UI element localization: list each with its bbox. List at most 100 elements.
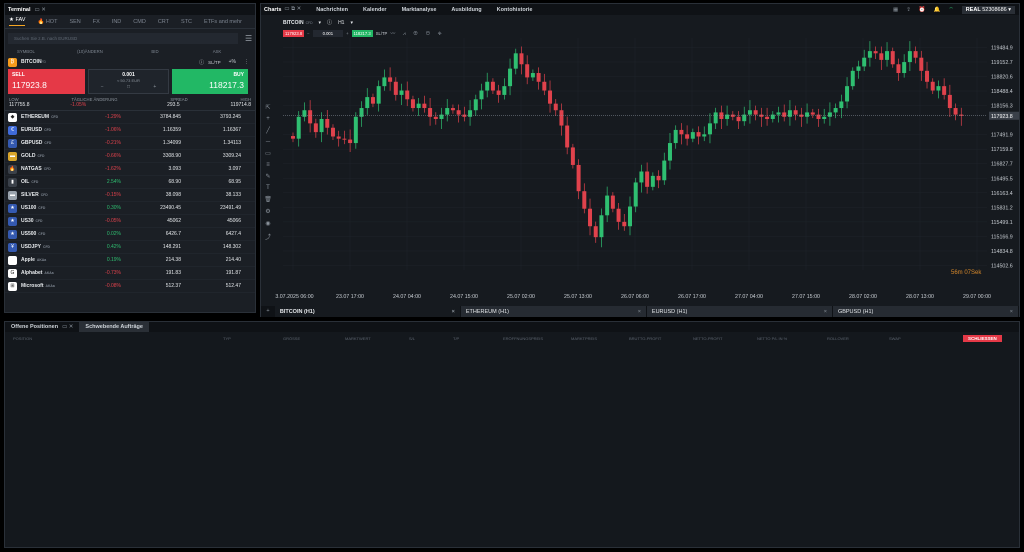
cursor-icon[interactable]: ⇱	[265, 104, 270, 111]
list-item[interactable]: £ GBPUSD CFD -0.21% 1.34099 1.34113	[5, 137, 255, 150]
list-item[interactable]: ★ US100 CFD 0.30% 23490.45 23491.49	[5, 202, 255, 215]
eye-icon[interactable]: ◉	[265, 220, 270, 227]
text-icon[interactable]: T	[266, 185, 270, 191]
bid-price[interactable]: 214.38	[121, 257, 181, 263]
ask-price[interactable]: 1.34113	[181, 140, 241, 146]
fib-icon[interactable]: ≡	[266, 162, 270, 168]
window-controls-icon[interactable]: ▭ ✕	[35, 7, 46, 13]
close-icon[interactable]: ×	[638, 309, 641, 315]
column-header[interactable]: (10)ÄNDERN	[55, 49, 125, 55]
nav-tab[interactable]: Kontohistorie	[491, 7, 539, 13]
list-item[interactable]: ◆ ETHEREUM CFD -1.29% 3784.845 3793.245	[5, 111, 255, 124]
list-item[interactable]: ⊞ Microsoft AKAa -0.08% 512.37 512.47	[5, 280, 255, 293]
ask-price[interactable]: 1.16367	[181, 127, 241, 133]
list-view-icon[interactable]: ☰	[245, 34, 252, 43]
list-item[interactable]: 🔥 NATGAS CFD -1.62% 3.093 3.097	[5, 163, 255, 176]
wifi-icon[interactable]: ⌔	[949, 6, 954, 13]
edit-icon[interactable]: □	[127, 84, 130, 90]
market-tab-2[interactable]: SEN	[69, 19, 80, 25]
column-header[interactable]: ROLLOVER	[827, 336, 889, 341]
volume-stepper[interactable]: 0.001 ≈ 50.73 EUR − □ +	[88, 69, 169, 94]
ask-price[interactable]: 512.47	[181, 283, 241, 289]
list-item[interactable]: ★ US500 CFD 0.02% 6426.7 6427.4	[5, 228, 255, 241]
list-item[interactable]: ▮ OIL CFD 2.54% 68.90 68.95	[5, 176, 255, 189]
upload-icon[interactable]: ⇪	[906, 7, 911, 13]
chart-tab[interactable]: GBPUSD (H1) ×	[832, 306, 1018, 317]
bid-price[interactable]: 148.291	[121, 244, 181, 250]
ask-price[interactable]: 3793.245	[181, 114, 241, 120]
nav-tab[interactable]: Marktanalyse	[396, 7, 443, 13]
ask-price[interactable]: 3.097	[181, 166, 241, 172]
rectangle-icon[interactable]: ▭	[265, 150, 271, 157]
list-item[interactable]: ▬ SILVER CFD -0.15% 38.098 38.133	[5, 189, 255, 202]
chart-tab[interactable]: EURUSD (H1) ×	[646, 306, 832, 317]
bid-price[interactable]: 23490.45	[121, 205, 181, 211]
nav-tab[interactable]: Ausbildung	[445, 7, 487, 13]
bid-price[interactable]: 1.34099	[121, 140, 181, 146]
market-tab-0[interactable]: ★ FAV	[9, 17, 26, 26]
column-header[interactable]: NETTO-PROFIT	[693, 336, 757, 341]
close-icon[interactable]: ×	[824, 309, 827, 315]
positions-tab[interactable]: Schwebende Aufträge	[79, 322, 149, 332]
ask-price[interactable]: 6427.4	[181, 231, 241, 237]
bid-price[interactable]: 45062	[121, 218, 181, 224]
price-chart[interactable]: 119484.9 119152.7 118820.6 118488.4 118156.3…	[275, 30, 1019, 310]
ask-price[interactable]: 3309.24	[181, 153, 241, 159]
list-item[interactable]: ¥ USDJPY CFD 0.42% 148.291 148.302	[5, 241, 255, 254]
column-header[interactable]: POSITION	[13, 336, 223, 341]
close-all-button[interactable]: SCHLIESSEN	[963, 334, 1002, 342]
column-header[interactable]: MARKTWERT	[345, 336, 409, 341]
horizontal-line-icon[interactable]: ─	[266, 139, 270, 145]
bid-price[interactable]: 3784.845	[121, 114, 181, 120]
line-tool-icon[interactable]: ╱	[266, 127, 270, 134]
bid-price[interactable]: 68.90	[121, 179, 181, 185]
add-icon[interactable]: +%	[229, 59, 236, 65]
column-header[interactable]: NETTO P/L IN %	[757, 336, 827, 341]
column-header[interactable]: SWAP	[889, 336, 963, 341]
ask-price[interactable]: 38.133	[181, 192, 241, 198]
column-header[interactable]: SYMBOL	[9, 49, 55, 55]
close-icon[interactable]: ×	[452, 309, 455, 315]
sell-button[interactable]: SELL 117923.8	[8, 69, 85, 94]
list-item[interactable]: G Alphabet AKAa -0.73% 191.83 191.87	[5, 267, 255, 280]
ask-price[interactable]: 68.95	[181, 179, 241, 185]
chart-symbol[interactable]: BITCOIN	[283, 20, 304, 26]
crosshair-icon[interactable]: +	[266, 116, 270, 122]
list-item[interactable]: Apple AKAa 0.19% 214.38 214.40	[5, 254, 255, 267]
info-icon[interactable]: ⓘ	[199, 59, 204, 66]
add-chart-icon[interactable]: +	[261, 306, 275, 317]
chevron-down-icon[interactable]: ▾	[319, 20, 322, 26]
market-tab-3[interactable]: FX	[93, 19, 100, 25]
ask-price[interactable]: 148.302	[181, 244, 241, 250]
sltp-toggle[interactable]: SL/TP	[208, 60, 221, 65]
settings-icon[interactable]: ⚙	[265, 208, 270, 215]
market-tab-4[interactable]: IND	[112, 19, 121, 25]
window-controls-icon[interactable]: ▭ ✕	[62, 324, 73, 330]
ask-price[interactable]: 23491.49	[181, 205, 241, 211]
decrease-icon[interactable]: −	[101, 84, 104, 90]
column-header[interactable]: GRÖSSE	[283, 336, 345, 341]
buy-button[interactable]: BUY 118217.3	[172, 69, 248, 94]
market-tab-6[interactable]: CRT	[158, 19, 169, 25]
ask-price[interactable]: 191.87	[181, 270, 241, 276]
bell-icon[interactable]: 🔔	[934, 7, 941, 13]
column-header[interactable]: MARKTPREIS	[571, 336, 629, 341]
info-icon[interactable]: ⓘ	[327, 19, 332, 26]
bid-price[interactable]: 6426.7	[121, 231, 181, 237]
bid-price[interactable]: 3308.90	[121, 153, 181, 159]
column-header[interactable]: BRUTTO-PROFIT	[629, 336, 693, 341]
column-header[interactable]: BID	[125, 49, 185, 55]
chart-tab[interactable]: BITCOIN (H1) ×	[274, 306, 460, 317]
nav-tab[interactable]: Nachrichten	[310, 7, 354, 13]
timeframe-selector[interactable]: H1	[338, 20, 344, 26]
column-header[interactable]: S/L	[409, 336, 453, 341]
market-tab-5[interactable]: CMD	[133, 19, 146, 25]
ask-price[interactable]: 45066	[181, 218, 241, 224]
bid-price[interactable]: 512.37	[121, 283, 181, 289]
positions-tab[interactable]: Offene Positionen ▭ ✕	[5, 322, 79, 332]
layout-icon[interactable]: ▦	[893, 7, 898, 13]
market-tab-1[interactable]: 🔥 HOT	[37, 19, 57, 25]
list-item[interactable]: € EURUSD CFD -1.06% 1.16359 1.16367	[5, 124, 255, 137]
column-header[interactable]: ASK	[185, 49, 249, 55]
column-header[interactable]: ERÖFFNUNGSPREIS	[503, 336, 571, 341]
